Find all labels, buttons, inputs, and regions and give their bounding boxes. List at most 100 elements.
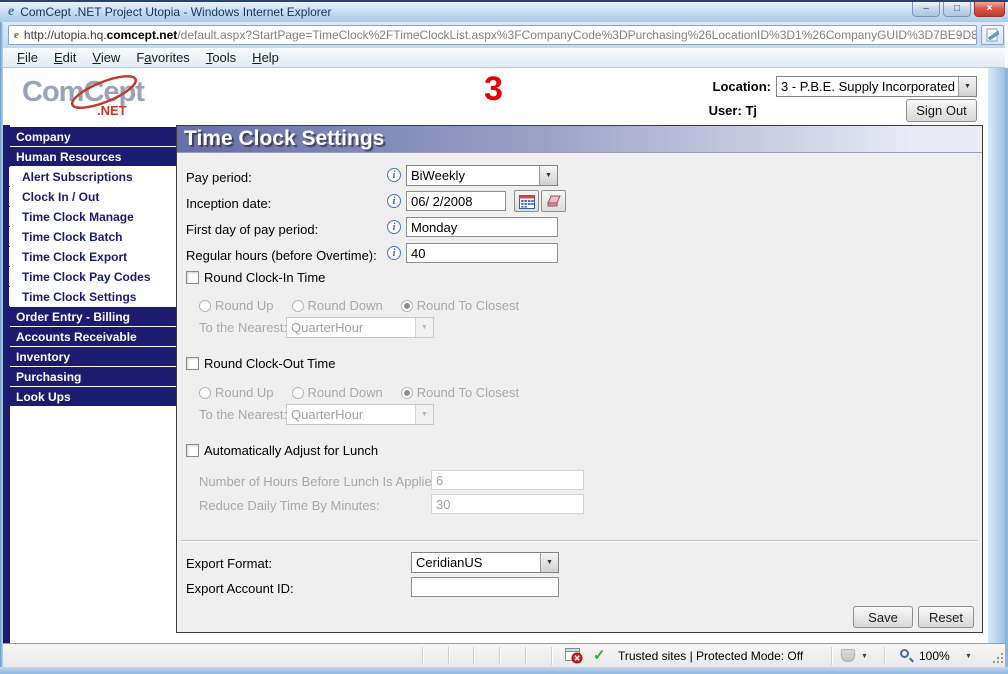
user-label: User: Tj	[708, 103, 757, 118]
menu-view[interactable]: View	[92, 50, 120, 65]
address-bar: e http://utopia.hq.comcept.net/default.a…	[3, 22, 1005, 48]
menu-file[interactable]: File	[17, 50, 38, 65]
sidebar-item-time-clock-manage[interactable]: Time Clock Manage	[9, 207, 176, 226]
lunch-hours-input	[431, 470, 584, 490]
sidebar-item-look-ups[interactable]: Look Ups	[9, 387, 176, 406]
menu-favorites[interactable]: Favorites	[136, 50, 189, 65]
location-select[interactable]: 3 - P.B.E. Supply Incorporated ▼	[776, 76, 977, 97]
pay-period-label: Pay period:	[186, 170, 252, 185]
status-divider	[422, 647, 423, 665]
info-icon[interactable]: i	[387, 168, 401, 182]
status-divider	[473, 647, 474, 665]
page-title: Time Clock Settings	[184, 127, 385, 150]
nearest-label: To the Nearest:	[199, 407, 288, 422]
sidebar-item-time-clock-batch[interactable]: Time Clock Batch	[9, 227, 176, 246]
calendar-button[interactable]	[514, 190, 539, 212]
sidebar-item-clock-in-out[interactable]: Clock In / Out	[9, 187, 176, 206]
logo-net-label: .NET	[97, 103, 127, 118]
url-text: http://utopia.hq.comcept.net/default.asp…	[23, 28, 977, 42]
nearest-select: QuarterHour ▼	[286, 317, 434, 338]
nearest-select: QuarterHour ▼	[286, 404, 434, 425]
menu-bar: File Edit View Favorites Tools Help	[3, 48, 1005, 68]
safety-shield-icon[interactable]	[841, 649, 855, 662]
chevron-down-icon: ▼	[415, 318, 433, 337]
round-closest-radio	[400, 386, 413, 399]
location-label: Location:	[712, 79, 772, 94]
status-divider	[448, 647, 449, 665]
status-divider	[831, 647, 832, 665]
sidebar-item-company[interactable]: Company	[9, 127, 176, 146]
resize-grip[interactable]	[993, 653, 1005, 665]
chevron-down-icon[interactable]: ▼	[965, 653, 972, 660]
reset-button[interactable]: Reset	[918, 606, 974, 628]
first-day-input[interactable]	[406, 217, 558, 237]
status-divider	[525, 647, 526, 665]
page-favicon-icon: e	[14, 29, 19, 41]
clear-date-button[interactable]	[541, 190, 566, 212]
lunch-hours-label: Number of Hours Before Lunch Is Applied:	[199, 474, 443, 489]
round-in-options: Round Up Round Down Round To Closest	[199, 298, 519, 313]
save-button[interactable]: Save	[853, 606, 913, 628]
status-divider	[499, 647, 500, 665]
chevron-down-icon: ▼	[539, 166, 557, 185]
export-account-input[interactable]	[411, 577, 559, 597]
eraser-icon	[546, 195, 561, 207]
lunch-adjust-checkbox[interactable]	[186, 444, 199, 457]
window-title: ComCept .NET Project Utopia - Windows In…	[20, 5, 332, 19]
annotation-number: 3	[484, 70, 503, 108]
sign-out-button[interactable]: Sign Out	[906, 99, 977, 122]
chevron-down-icon: ▼	[958, 77, 976, 96]
info-icon[interactable]: i	[387, 246, 401, 260]
round-clock-in-checkbox[interactable]	[186, 271, 199, 284]
sidebar-item-time-clock-pay-codes[interactable]: Time Clock Pay Codes	[9, 267, 176, 286]
round-clock-out-checkbox[interactable]	[186, 357, 199, 370]
sidebar-item-alert-subscriptions[interactable]: Alert Subscriptions	[9, 167, 176, 186]
window-frame-bottom	[0, 667, 1008, 674]
info-icon[interactable]: i	[387, 194, 401, 208]
security-zone-text: Trusted sites | Protected Mode: Off	[618, 649, 804, 663]
menu-edit[interactable]: Edit	[54, 50, 76, 65]
inception-date-input[interactable]	[406, 191, 506, 211]
status-divider	[884, 647, 885, 665]
location-value: 3 - P.B.E. Supply Incorporated	[781, 79, 955, 94]
section-divider	[181, 540, 978, 542]
lunch-minutes-label: Reduce Daily Time By Minutes:	[199, 498, 380, 513]
chevron-down-icon[interactable]: ▼	[861, 653, 868, 660]
inception-date-label: Inception date:	[186, 196, 272, 211]
magnifier-icon[interactable]	[900, 649, 909, 658]
minimize-button[interactable]: –	[912, 2, 940, 17]
sidebar-item-time-clock-export[interactable]: Time Clock Export	[9, 247, 176, 266]
sidebar-item-inventory[interactable]: Inventory	[9, 347, 176, 366]
security-check-icon: ✓	[593, 647, 606, 664]
regular-hours-input[interactable]	[406, 243, 558, 263]
pay-period-value: BiWeekly	[411, 168, 465, 183]
page-go-icon	[986, 28, 999, 42]
title-bar: e ComCept .NET Project Utopia - Windows …	[0, 2, 1008, 22]
sidebar-item-purchasing[interactable]: Purchasing	[9, 367, 176, 386]
url-input[interactable]: e http://utopia.hq.comcept.net/default.a…	[8, 25, 977, 45]
menu-help[interactable]: Help	[252, 50, 279, 65]
page-go-button[interactable]	[981, 25, 1004, 45]
round-clock-out-label: Round Clock-Out Time	[204, 356, 336, 371]
round-down-radio	[291, 299, 304, 312]
info-icon[interactable]: i	[387, 220, 401, 234]
chevron-down-icon: ▼	[540, 553, 558, 572]
menu-tools[interactable]: Tools	[206, 50, 236, 65]
close-button[interactable]: ×	[974, 2, 1005, 17]
export-format-select[interactable]: CeridianUS ▼	[411, 552, 559, 573]
sidebar-item-human-resources[interactable]: Human Resources	[9, 147, 176, 166]
page-title-banner: Time Clock Settings	[177, 126, 982, 153]
maximize-button[interactable]: □	[943, 2, 971, 17]
status-divider	[551, 647, 552, 665]
user-value: Tj	[745, 103, 757, 118]
sidebar-item-order-entry-billing[interactable]: Order Entry - Billing	[9, 307, 176, 326]
zoom-level[interactable]: 100%	[919, 649, 950, 663]
sidebar-item-accounts-receivable[interactable]: Accounts Receivable	[9, 327, 176, 346]
sidebar-item-time-clock-settings[interactable]: Time Clock Settings	[9, 287, 176, 306]
browser-window: e ComCept .NET Project Utopia - Windows …	[0, 0, 1008, 674]
blocked-content-icon	[565, 648, 583, 664]
round-out-options: Round Up Round Down Round To Closest	[199, 385, 519, 400]
main-panel: Time Clock Settings Pay period: i BiWeek…	[176, 125, 983, 633]
ie-logo-icon: e	[8, 4, 15, 19]
pay-period-select[interactable]: BiWeekly ▼	[406, 165, 558, 186]
